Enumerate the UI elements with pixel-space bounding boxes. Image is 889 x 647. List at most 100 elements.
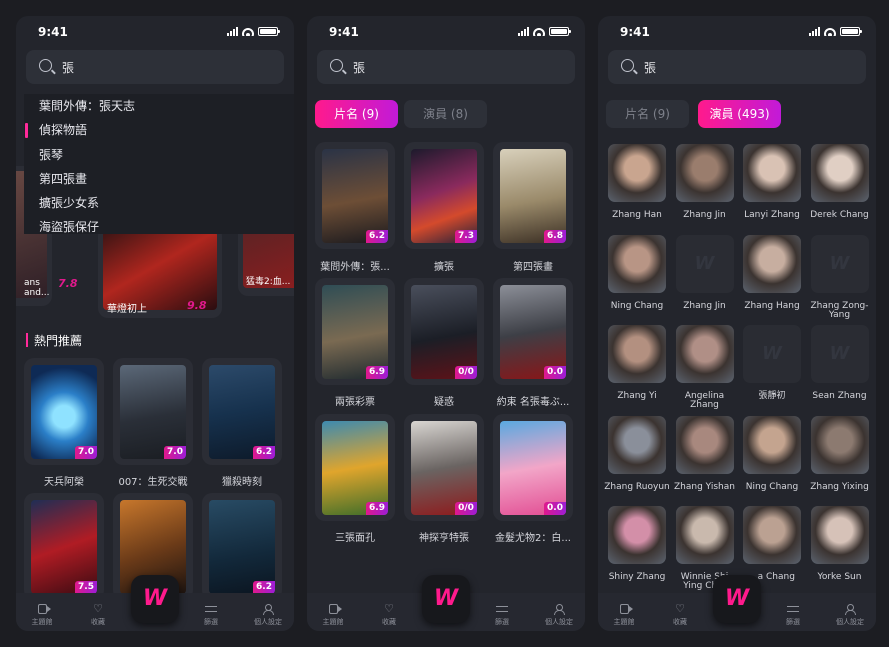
actor-name: Zhang Yixing <box>810 481 869 492</box>
nav-label: 收藏 <box>382 618 396 626</box>
nav-label: 篩選 <box>495 618 509 626</box>
tab-actors[interactable]: 演員 (8) <box>404 100 487 128</box>
movie-card[interactable]: 7.0 <box>113 358 193 465</box>
nav-label: 主題館 <box>322 618 344 626</box>
status-bar: 9:41 <box>307 24 585 42</box>
search-bar[interactable]: 張 <box>608 50 866 84</box>
movie-title: 金髮尤物2：白... <box>495 533 571 544</box>
nav-item-theme[interactable]: 主題館 <box>313 604 353 627</box>
actor-card[interactable]: Lanyi Zhang <box>739 144 805 220</box>
poster-image: 7.3 <box>411 149 477 243</box>
battery-icon <box>840 27 862 36</box>
movie-card[interactable]: 6.8 <box>493 142 573 249</box>
nav-item-profile[interactable]: 個人設定 <box>248 604 288 627</box>
actor-card[interactable]: W Sean Zhang <box>807 325 873 401</box>
actor-card[interactable]: ...a Chang <box>739 506 805 582</box>
search-results-movies-screen: 9:41 張 片名 (9) 演員 (8) 6.2 葉問外傳：張... 7.3 擴… <box>307 16 585 631</box>
peek-rating: 9.8 <box>187 299 207 312</box>
actor-card[interactable]: Zhang Yixing <box>807 415 873 492</box>
poster-image: 7.0 <box>31 365 97 459</box>
movie-card[interactable]: 7.0 <box>24 358 104 465</box>
movie-card[interactable]: 0.0 <box>493 414 573 521</box>
nav-item-theme[interactable]: 主題館 <box>22 604 62 627</box>
tab-movies[interactable]: 片名 (9) <box>315 100 398 128</box>
suggestion-item[interactable]: 葉問外傳：張天志 <box>24 94 294 118</box>
poster-image: 6.2 <box>322 149 388 243</box>
nav-item-profile[interactable]: 個人設定 <box>830 604 870 627</box>
movie-card[interactable]: 6.2 <box>202 358 282 465</box>
tab-movies[interactable]: 片名 (9) <box>606 100 689 128</box>
actor-avatar: W <box>675 234 734 293</box>
movie-card[interactable]: 7.3 <box>404 142 484 249</box>
actor-card[interactable]: W 張靜初 <box>739 325 805 401</box>
nav-item-filter[interactable]: 篩選 <box>773 604 813 627</box>
actor-card[interactable]: Shiny Zhang <box>604 506 670 582</box>
suggestion-item-active[interactable]: 偵探物語 <box>24 118 294 142</box>
tab-actors[interactable]: 演員 (493) <box>698 100 781 128</box>
nav-item-theme[interactable]: 主題館 <box>604 604 644 627</box>
logo-button[interactable]: W <box>713 575 761 623</box>
nav-item-favorites[interactable]: ♡ 收藏 <box>78 603 118 627</box>
logo-button[interactable]: W <box>131 575 179 623</box>
actor-card[interactable]: Zhang Han <box>604 144 670 220</box>
poster-image: 0.0 <box>500 285 566 379</box>
movie-card[interactable]: 0.0 <box>493 278 573 385</box>
movie-card[interactable]: 6.9 <box>315 278 395 385</box>
search-bar[interactable]: 張 <box>26 50 284 84</box>
nav-item-filter[interactable]: 篩選 <box>482 604 522 627</box>
actor-card[interactable]: Zhang Jin <box>672 144 738 220</box>
actor-avatar: W <box>810 234 869 293</box>
actor-avatar <box>608 234 666 293</box>
movie-card[interactable]: 6.2 <box>202 493 282 600</box>
actor-card[interactable]: Zhang Yi <box>604 325 670 401</box>
filter-icon <box>787 604 799 614</box>
search-input[interactable]: 張 <box>62 59 74 76</box>
rating-badge: 0/0 <box>455 502 477 515</box>
movie-card[interactable]: 6.2 <box>315 142 395 249</box>
movie-card[interactable]: 0/0 <box>404 414 484 521</box>
logo-button[interactable]: W <box>422 575 470 623</box>
suggestion-item[interactable]: 張琴 <box>24 143 294 167</box>
actor-card[interactable]: Zhang Yishan <box>672 415 738 492</box>
peek-card[interactable]: 華燈初上 9.8 <box>98 226 222 318</box>
movie-card[interactable]: 7.5 <box>24 493 104 600</box>
actor-card[interactable]: Angelina Zhang <box>672 325 738 410</box>
actor-card[interactable]: W Zhang Zong-Yang <box>807 234 873 320</box>
suggestion-item[interactable]: 海盜張保仔 <box>24 215 294 239</box>
nav-label: 主題館 <box>31 618 53 626</box>
movie-card[interactable]: 6.9 <box>315 414 395 521</box>
nav-item-profile[interactable]: 個人設定 <box>539 604 579 627</box>
nav-item-favorites[interactable]: ♡ 收藏 <box>369 603 409 627</box>
search-input[interactable]: 張 <box>353 59 365 76</box>
actor-card[interactable]: Ning Chang <box>739 415 805 492</box>
search-bar[interactable]: 張 <box>317 50 575 84</box>
nav-item-filter[interactable]: 篩選 <box>191 604 231 627</box>
movie-title: 兩張彩票 <box>335 397 375 408</box>
actor-avatar <box>675 325 734 383</box>
nav-item-favorites[interactable]: ♡ 收藏 <box>660 602 700 627</box>
nav-label: 個人設定 <box>254 618 282 626</box>
rating-badge: 6.2 <box>366 230 388 243</box>
actor-card[interactable]: W Zhang Jin <box>672 234 738 311</box>
actor-card[interactable]: Yorke Sun <box>807 506 873 582</box>
poster-image: 0/0 <box>411 421 477 515</box>
suggestion-item[interactable]: 擴張少女系 <box>24 191 294 215</box>
movie-title: 疑惑 <box>434 397 454 408</box>
actor-card[interactable]: Ning Chang <box>604 234 670 311</box>
heart-icon: ♡ <box>675 602 685 615</box>
movie-card[interactable]: 0/0 <box>404 278 484 385</box>
actor-card[interactable]: Zhang Ruoyun <box>604 415 670 492</box>
actor-name: Shiny Zhang <box>608 572 666 582</box>
cellular-signal-icon <box>227 27 238 36</box>
poster-image: 7.5 <box>31 500 97 594</box>
video-icon <box>619 604 633 614</box>
poster-image: 6.8 <box>500 149 566 243</box>
status-bar: 9:41 <box>598 24 876 42</box>
actor-card[interactable]: Zhang Hang <box>739 234 805 311</box>
actor-name: Lanyi Zhang <box>744 210 800 220</box>
suggestion-item[interactable]: 第四張畫 <box>24 167 294 191</box>
movie-title: 007：生死交戰 <box>118 477 188 488</box>
search-input[interactable]: 張 <box>644 59 656 76</box>
search-results-actors-screen: 9:41 張 片名 (9) 演員 (493) Zhang Han Zhang Ji… <box>598 16 876 631</box>
actor-card[interactable]: Derek Chang <box>807 144 873 220</box>
